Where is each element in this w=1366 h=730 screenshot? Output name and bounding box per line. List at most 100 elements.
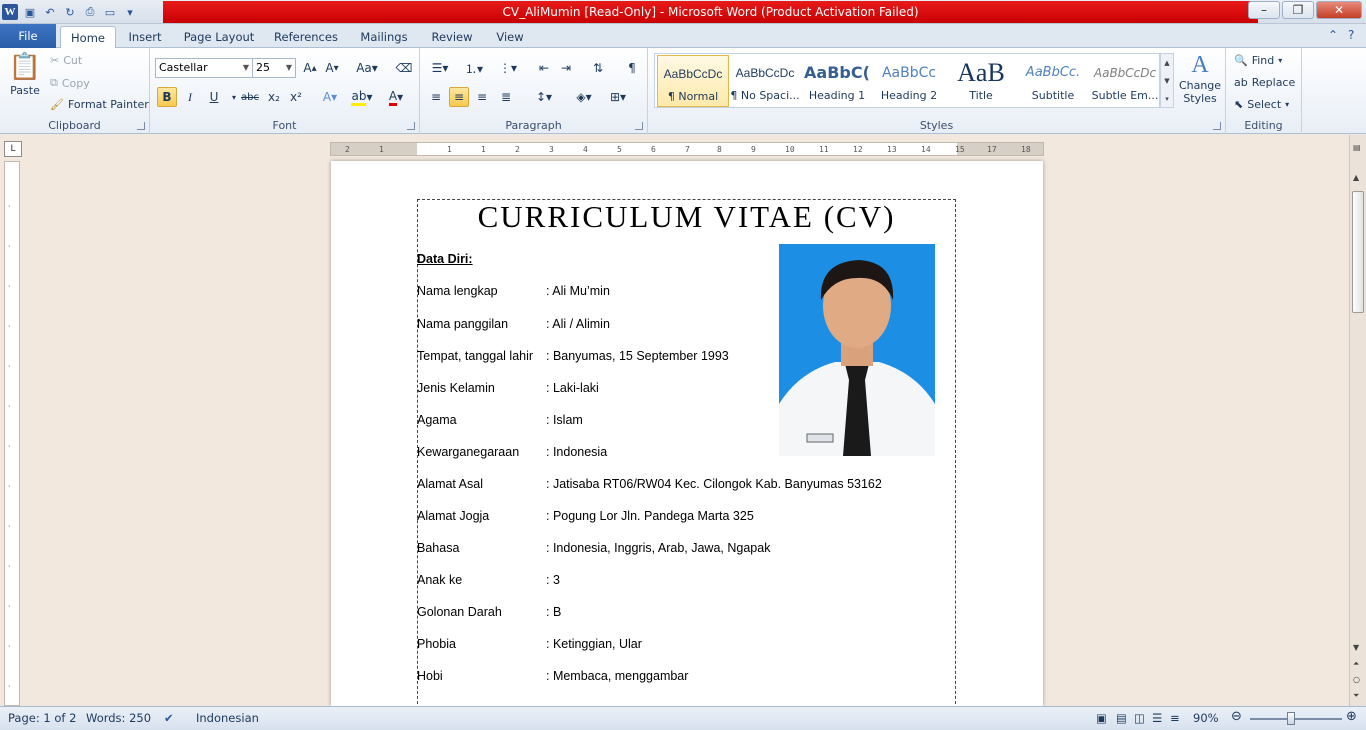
word-logo-icon[interactable]: W — [2, 4, 18, 20]
tab-view[interactable]: View — [490, 26, 530, 48]
numbering-icon[interactable]: ⒈▾ — [460, 58, 488, 78]
underline-icon[interactable]: U — [204, 87, 224, 107]
print-preview-icon[interactable]: ⎙ — [82, 4, 98, 20]
scroll-thumb[interactable] — [1352, 191, 1364, 313]
web-layout-icon[interactable]: ◫ — [1134, 711, 1145, 725]
tab-insert[interactable]: Insert — [122, 26, 168, 48]
sort-icon[interactable]: ⇅ — [588, 58, 608, 78]
align-right-icon[interactable]: ≡ — [472, 87, 492, 107]
zoom-slider[interactable] — [1250, 718, 1342, 720]
change-case-icon[interactable]: Aa▾ — [354, 58, 380, 78]
clear-formatting-icon[interactable]: ⌫ — [394, 58, 414, 78]
borders-icon[interactable]: ⊞▾ — [604, 87, 632, 107]
draft-icon[interactable]: ≡ — [1170, 711, 1180, 725]
new-document-icon[interactable]: ▭ — [102, 4, 118, 20]
tab-file[interactable]: File — [0, 24, 56, 48]
zoom-slider-thumb[interactable] — [1287, 712, 1295, 725]
prev-page-icon[interactable]: ⏶ — [1353, 659, 1359, 669]
find-button[interactable]: 🔍 Find ▾ — [1234, 54, 1282, 67]
help-icon[interactable]: ? — [1348, 28, 1354, 42]
full-screen-reading-icon[interactable]: ▤ — [1116, 711, 1127, 725]
style-subtitle[interactable]: AaBbCc. Subtitle — [1017, 55, 1089, 107]
language[interactable]: Indonesian — [196, 711, 259, 725]
maximize-button[interactable]: ❐ — [1282, 1, 1314, 19]
customize-qat-icon[interactable]: ▾ — [122, 4, 138, 20]
profile-photo[interactable] — [779, 244, 935, 456]
italic-icon[interactable]: I — [180, 87, 200, 107]
zoom-in-icon[interactable]: ⊕ — [1346, 709, 1357, 724]
styles-scroll[interactable]: ▲ ▼ ▾ — [1160, 53, 1174, 108]
cut-button[interactable]: ✂ Cut — [50, 54, 82, 67]
shading-icon[interactable]: ◈▾ — [570, 87, 598, 107]
save-icon[interactable]: ▣ — [22, 4, 38, 20]
change-styles-button[interactable]: A Change Styles — [1178, 52, 1222, 105]
scroll-down-icon[interactable]: ▼ — [1353, 643, 1359, 652]
decrease-indent-icon[interactable]: ⇤ — [534, 58, 554, 78]
copy-button[interactable]: ⧉ Copy — [50, 76, 90, 90]
format-painter-button[interactable]: 🖌 Format Painter — [50, 98, 149, 111]
justify-icon[interactable]: ≣ — [496, 87, 516, 107]
tab-mailings[interactable]: Mailings — [354, 26, 414, 48]
tab-home[interactable]: Home — [60, 26, 116, 48]
style-heading-1[interactable]: AaBbC(Heading 1 — [801, 55, 873, 107]
tab-references[interactable]: References — [270, 26, 342, 48]
text-effects-icon[interactable]: A▾ — [320, 87, 340, 107]
font-name-combo[interactable]: Castellar ▼ — [155, 58, 253, 78]
line-spacing-icon[interactable]: ↕▾ — [530, 87, 558, 107]
clipboard-launcher[interactable] — [137, 122, 145, 130]
style-no-spacing[interactable]: AaBbCcDc ¶ No Spaci... — [729, 55, 801, 107]
window-controls: – ❐ ✕ — [1248, 1, 1362, 19]
view-ruler-icon[interactable]: ▤ — [1353, 143, 1361, 152]
styles-launcher[interactable] — [1213, 122, 1221, 130]
font-color-icon[interactable]: A ▾ — [382, 87, 410, 107]
replace-button[interactable]: ab Replace — [1234, 76, 1295, 89]
paragraph-launcher[interactable] — [635, 122, 643, 130]
grow-font-icon[interactable]: A ▴ — [300, 58, 320, 78]
bullets-icon[interactable]: ☰▾ — [426, 58, 454, 78]
proofing-icon[interactable]: ✔ — [164, 711, 174, 725]
superscript-icon[interactable]: x² — [286, 87, 306, 107]
style-normal[interactable]: AaBbCcDc ¶ Normal — [657, 55, 729, 107]
window-title: CV_AliMumin [Read-Only] - Microsoft Word… — [163, 1, 1258, 23]
print-layout-icon[interactable]: ▣ — [1096, 711, 1107, 725]
redo-icon[interactable]: ↻ — [62, 4, 78, 20]
bold-icon[interactable]: B — [157, 87, 177, 107]
zoom-level[interactable]: 90% — [1193, 711, 1219, 725]
multilevel-list-icon[interactable]: ⋮▾ — [494, 58, 522, 78]
close-button[interactable]: ✕ — [1316, 1, 1362, 19]
zoom-out-icon[interactable]: ⊖ — [1231, 709, 1242, 724]
document-page[interactable]: CURRICULUM VITAE (CV) Data Diri: Nama le… — [331, 161, 1043, 706]
subscript-icon[interactable]: x₂ — [264, 87, 284, 107]
info-row: Phobia: Ketinggian, Ular — [417, 637, 642, 651]
undo-icon[interactable]: ↶ — [42, 4, 58, 20]
highlight-icon[interactable]: ab ▾ — [348, 87, 376, 107]
style-subtle-emphasis[interactable]: AaBbCcDc Subtle Em... — [1089, 55, 1161, 107]
vertical-scrollbar[interactable]: ▤ ▲ ▼ ⏶ ○ ⏷ — [1349, 135, 1366, 706]
vertical-ruler[interactable]: · · · · · · · · · · · · · — [4, 161, 20, 706]
horizontal-ruler[interactable]: 2 1 1 1 2 3 4 5 6 7 8 9 10 11 12 13 14 1… — [330, 142, 1044, 156]
page-count[interactable]: Page: 1 of 2 — [8, 711, 76, 725]
select-button[interactable]: ⬉ Select ▾ — [1234, 98, 1289, 111]
word-count[interactable]: Words: 250 — [86, 711, 151, 725]
paste-button[interactable]: 📋 Paste — [8, 52, 42, 97]
tab-page-layout[interactable]: Page Layout — [180, 26, 258, 48]
show-formatting-icon[interactable]: ¶ — [622, 58, 642, 78]
strikethrough-icon[interactable]: abc — [240, 87, 260, 107]
shrink-font-icon[interactable]: A ▾ — [322, 58, 342, 78]
outline-icon[interactable]: ☰ — [1152, 711, 1162, 725]
minimize-ribbon-icon[interactable]: ⌃ — [1328, 28, 1338, 42]
align-left-icon[interactable]: ≡ — [426, 87, 446, 107]
style-title[interactable]: AaB Title — [945, 55, 1017, 107]
font-launcher[interactable] — [407, 122, 415, 130]
align-center-icon[interactable]: ≡ — [449, 87, 469, 107]
paragraph-group: ☰▾ ⒈▾ ⋮▾ ⇤ ⇥ ⇅ ¶ ≡ ≡ ≡ ≣ ↕▾ ◈▾ ⊞▾ Paragr… — [420, 48, 648, 134]
tab-selector[interactable]: L — [4, 141, 22, 157]
tab-review[interactable]: Review — [426, 26, 478, 48]
browse-object-icon[interactable]: ○ — [1353, 675, 1360, 684]
increase-indent-icon[interactable]: ⇥ — [556, 58, 576, 78]
scroll-up-icon[interactable]: ▲ — [1353, 173, 1359, 182]
style-heading-2[interactable]: AaBbCc Heading 2 — [873, 55, 945, 107]
minimize-button[interactable]: – — [1248, 1, 1280, 19]
font-size-combo[interactable]: 25 ▼ — [252, 58, 296, 78]
next-page-icon[interactable]: ⏷ — [1353, 691, 1359, 701]
